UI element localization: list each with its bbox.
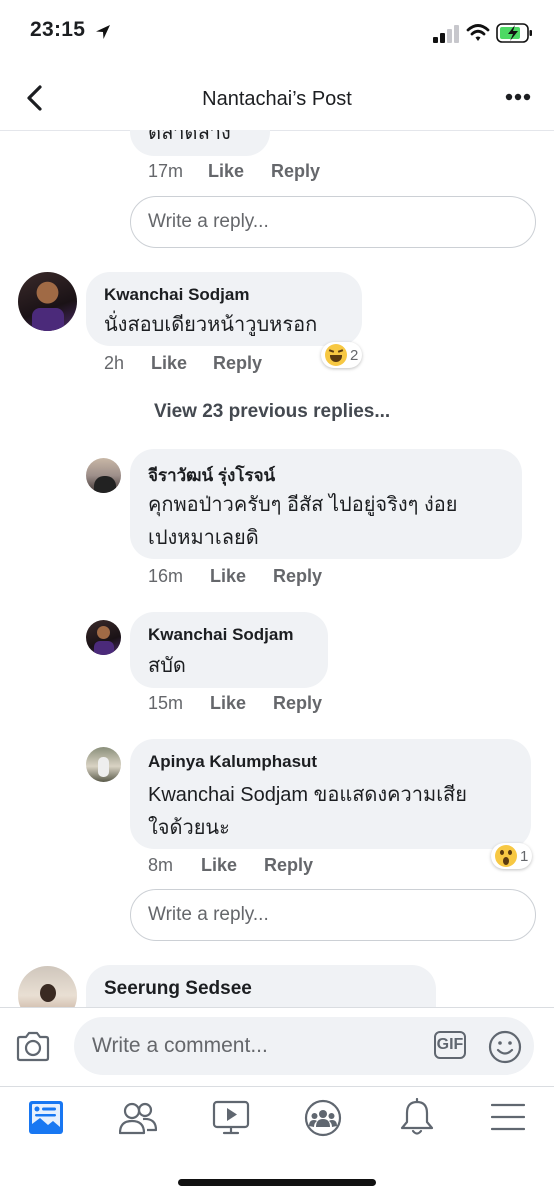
comment-text: นั่งสอบเดียวหน้าวูบหรอก — [104, 314, 318, 336]
comment-text: เปงหมาเลยดิ — [148, 527, 259, 549]
reply-input-placeholder: Write a reply... — [148, 211, 269, 232]
menu-hamburger-icon[interactable] — [491, 1103, 525, 1131]
comment-time: 17m — [148, 161, 184, 181]
comment-text: Kwanchai Sodjam ขอแสดงความเสีย — [148, 784, 467, 806]
wifi-icon — [466, 24, 490, 41]
reaction-count: 1 — [520, 847, 529, 865]
emoji-picker-icon[interactable] — [488, 1030, 522, 1064]
reaction-count: 2 — [350, 346, 359, 364]
wow-emoji-icon — [495, 845, 517, 867]
like-link[interactable]: Like — [210, 566, 246, 587]
comment-time: 8m — [148, 855, 174, 875]
battery-charging-icon — [496, 23, 532, 43]
gif-button[interactable]: GIF — [434, 1031, 466, 1059]
avatar[interactable] — [86, 620, 121, 655]
reply-link[interactable]: Reply — [273, 566, 322, 587]
more-options-icon[interactable] — [505, 92, 531, 102]
cellular-signal-icon — [433, 25, 459, 43]
comment-author[interactable]: Apinya Kalumphasut — [148, 752, 317, 772]
like-link[interactable]: Like — [151, 353, 187, 374]
friends-icon[interactable] — [119, 1101, 157, 1135]
watch-video-icon[interactable] — [212, 1100, 250, 1136]
location-arrow-icon — [96, 25, 110, 39]
notifications-bell-icon[interactable] — [399, 1098, 435, 1138]
reply-input-placeholder: Write a reply... — [148, 904, 269, 925]
reply-link[interactable]: Reply — [213, 353, 262, 374]
haha-emoji-icon — [325, 344, 347, 366]
status-time: 23:15 — [30, 18, 86, 41]
news-feed-icon[interactable] — [28, 1100, 64, 1136]
comment-text: คุกพอป่าวครับๆ อีสัส ไปอยู่จริงๆ ง่อย — [148, 494, 458, 516]
home-indicator — [178, 1179, 376, 1186]
like-link[interactable]: Like — [208, 161, 244, 182]
view-previous-replies[interactable]: View 23 previous replies... — [154, 401, 390, 423]
reply-link[interactable]: Reply — [273, 693, 322, 714]
comment-author[interactable]: จีราวัฒน์ รุ่งโรจน์ — [148, 462, 275, 489]
avatar[interactable] — [18, 272, 77, 331]
reaction-badge[interactable]: 1 — [491, 843, 533, 869]
comment-input-placeholder: Write a comment... — [92, 1034, 268, 1057]
comment-author[interactable]: Seerung Sedsee — [104, 978, 252, 1000]
avatar[interactable] — [86, 458, 121, 493]
comment-time: 16m — [148, 566, 184, 586]
comment-text: สบัด — [148, 655, 186, 677]
groups-icon[interactable] — [304, 1099, 342, 1137]
comment-time: 15m — [148, 693, 184, 713]
comment-text: ตลาดล่าง — [148, 130, 231, 144]
camera-icon[interactable] — [15, 1031, 51, 1063]
like-link[interactable]: Like — [201, 855, 237, 876]
reply-link[interactable]: Reply — [264, 855, 313, 876]
like-link[interactable]: Like — [210, 693, 246, 714]
comment-author[interactable]: Kwanchai Sodjam — [104, 285, 249, 305]
partial-comment: ตลาดล่าง — [130, 130, 270, 156]
comment-text: ใจด้วยนะ — [148, 817, 230, 839]
reply-link[interactable]: Reply — [271, 161, 320, 182]
reaction-badge[interactable]: 2 — [321, 342, 363, 368]
page-title: Nantachai’s Post — [202, 88, 352, 110]
comment-time: 2h — [104, 353, 125, 373]
avatar[interactable] — [86, 747, 121, 782]
comment-author[interactable]: Kwanchai Sodjam — [148, 625, 293, 645]
